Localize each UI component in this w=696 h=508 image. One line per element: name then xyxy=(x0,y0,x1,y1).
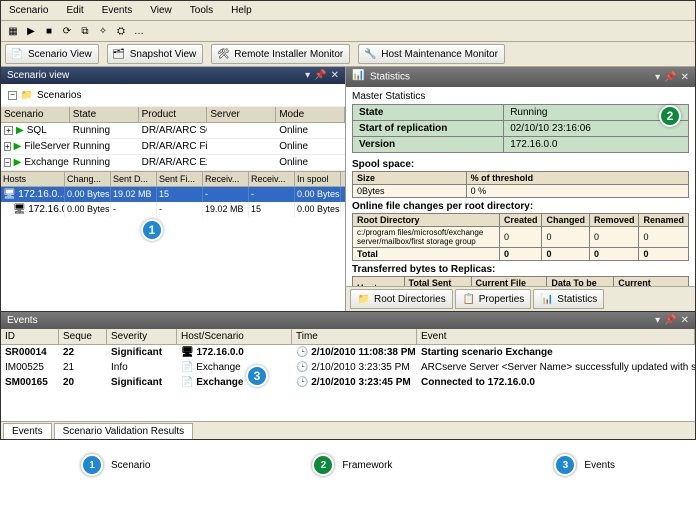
legend-label-framework: Framework xyxy=(342,460,392,471)
toolbar: ▦ ▶ ■ ⟳ ⧉ ✧ ⛭ … xyxy=(1,21,695,42)
toolbar-icon[interactable]: ⧉ xyxy=(77,23,93,39)
pane-close-icon[interactable]: ✕ xyxy=(331,70,339,81)
online-table: Root DirectoryCreatedChangedRemovedRenam… xyxy=(352,213,689,261)
play-icon: ▶ xyxy=(14,157,22,168)
master-stats-table: StateRunning Start of replication02/10/1… xyxy=(352,104,689,153)
tab-statistics[interactable]: 📊Statistics xyxy=(533,289,604,309)
pane-pin-icon[interactable]: 📌 xyxy=(314,70,326,81)
menu-tools[interactable]: Tools xyxy=(186,3,217,18)
toolbar-icon[interactable]: ✧ xyxy=(95,23,111,39)
scenario-row-sql[interactable]: +▶SQL RunningDR/AR/ARC SQLOnline xyxy=(1,123,345,139)
maintenance-icon: 🔧 xyxy=(363,47,377,61)
tab-validation-results[interactable]: Scenario Validation Results xyxy=(54,423,194,439)
event-row[interactable]: SM0016520Significant📄 Exchange🕒 2/10/201… xyxy=(1,375,695,390)
events-bottom-tabs: Events Scenario Validation Results xyxy=(1,421,695,439)
view-snapshot[interactable]: 🗂Snapshot View xyxy=(107,44,204,64)
host-icon: 🖥 xyxy=(181,347,194,358)
view-remote-installer[interactable]: 🛠Remote Installer Monitor xyxy=(211,44,350,64)
spool-section-label: Spool space: xyxy=(352,159,689,170)
toolbar-icon[interactable]: ⟳ xyxy=(59,23,75,39)
callout-badge-1: 1 xyxy=(141,219,163,241)
callout-badge-2: 2 xyxy=(659,105,681,127)
pane-menu-icon[interactable]: ▾ xyxy=(305,70,310,81)
menubar: Scenario Edit Events View Tools Help xyxy=(1,1,695,21)
host-icon: 🖥 xyxy=(13,204,26,215)
statistics-icon: 📊 xyxy=(352,70,366,84)
event-row[interactable]: SR0001422Significant🖥 172.16.0.0🕒 2/10/2… xyxy=(1,345,695,360)
statistics-pane: 📊Statistics ▾ 📌 ✕ Master Statistics StateR… xyxy=(346,67,695,311)
menu-events[interactable]: Events xyxy=(98,3,137,18)
xfer-section-label: Transferred bytes to Replicas: xyxy=(352,264,689,275)
tab-events[interactable]: Events xyxy=(3,423,52,439)
snapshot-icon: 🗂 xyxy=(112,47,126,61)
scenario-icon: 📄 xyxy=(10,47,24,61)
menu-edit[interactable]: Edit xyxy=(62,3,87,18)
legend: 1 Scenario 2 Framework 3 Events xyxy=(0,440,696,490)
pane-pin-icon[interactable]: 📌 xyxy=(664,315,676,326)
viewbar: 📄Scenario View 🗂Snapshot View 🛠Remote In… xyxy=(1,42,695,67)
toolbar-icon[interactable]: … xyxy=(131,23,147,39)
tree-expander[interactable]: − xyxy=(4,158,11,167)
host-row[interactable]: 🖥 172.16.0...0.00 Bytes--19.02 MB150.00 … xyxy=(1,202,345,217)
toolbar-icon[interactable]: ▶ xyxy=(23,23,39,39)
statistics-icon: 📊 xyxy=(540,292,554,306)
statistics-pane-title: 📊Statistics ▾📌✕ xyxy=(346,67,695,87)
legend-badge-2: 2 xyxy=(312,454,334,476)
clock-icon: 🕒 xyxy=(296,347,308,358)
menu-view[interactable]: View xyxy=(146,3,176,18)
clock-icon: 🕒 xyxy=(296,377,308,388)
scenario-icon: 📄 xyxy=(181,362,193,373)
events-pane: Events ▾ 📌 ✕ IDSequeSeverityHost/ScenarioT… xyxy=(1,311,695,439)
toolbar-icon[interactable]: ■ xyxy=(41,23,57,39)
legend-badge-1: 1 xyxy=(81,454,103,476)
pane-close-icon[interactable]: ✕ xyxy=(681,315,689,326)
view-scenario[interactable]: 📄Scenario View xyxy=(5,44,99,64)
pane-pin-icon[interactable]: 📌 xyxy=(664,72,676,83)
host-icon: 🖥 xyxy=(3,189,16,200)
legend-badge-3: 3 xyxy=(554,454,576,476)
scenarios-group-icon: 📁 xyxy=(20,88,34,102)
clock-icon: 🕒 xyxy=(296,362,308,373)
properties-icon: 📋 xyxy=(462,292,476,306)
play-icon: ▶ xyxy=(16,125,24,136)
spool-table: Size% of threshold 0Bytes0 % xyxy=(352,171,689,198)
host-grid-header: HostsChang...Sent D...Sent Fi...Receiv..… xyxy=(1,171,345,187)
events-grid-header: IDSequeSeverityHost/ScenarioTimeEvent xyxy=(1,329,695,345)
event-row[interactable]: IM0052521Info📄 Exchange🕒 2/10/2010 3:23:… xyxy=(1,360,695,375)
folder-icon: 📁 xyxy=(357,292,371,306)
scenarios-root: Scenarios xyxy=(37,90,81,101)
pane-close-icon[interactable]: ✕ xyxy=(681,72,689,83)
app-window: Scenario Edit Events View Tools Help ▦ ▶… xyxy=(0,0,696,440)
menu-scenario[interactable]: Scenario xyxy=(5,3,52,18)
host-row[interactable]: 🖥 172.16.0...0.00 Bytes19.02 MB15--0.00 … xyxy=(1,187,345,202)
master-stats-title: Master Statistics xyxy=(352,91,689,102)
tree-expander[interactable]: + xyxy=(4,142,11,151)
callout-badge-3: 3 xyxy=(246,365,268,387)
menu-help[interactable]: Help xyxy=(227,3,256,18)
monitor-icon: 🛠 xyxy=(216,47,230,61)
scenario-pane: Scenario view ▾📌✕ −📁Scenarios ScenarioSt… xyxy=(1,67,346,311)
legend-label-scenario: Scenario xyxy=(111,460,150,471)
scenario-grid-header: ScenarioStateProductServerMode xyxy=(1,107,345,123)
tab-root-directories[interactable]: 📁Root Directories xyxy=(350,289,453,309)
legend-label-events: Events xyxy=(584,460,615,471)
view-host-maintenance[interactable]: 🔧Host Maintenance Monitor xyxy=(358,44,505,64)
xfer-table: HostTotal Sent DataCurrent File NameData… xyxy=(352,276,689,286)
scenario-pane-title: Scenario view ▾📌✕ xyxy=(1,67,345,84)
tab-properties[interactable]: 📋Properties xyxy=(455,289,532,309)
pane-menu-icon[interactable]: ▾ xyxy=(655,315,660,326)
pane-menu-icon[interactable]: ▾ xyxy=(655,72,660,83)
scenario-icon: 📄 xyxy=(181,377,193,388)
toolbar-icon[interactable]: ⛭ xyxy=(113,23,129,39)
tree-expander[interactable]: + xyxy=(4,126,13,135)
stats-tabs: 📁Root Directories 📋Properties 📊Statistic… xyxy=(346,286,695,311)
tree-expander[interactable]: − xyxy=(8,91,17,100)
events-pane-title: Events ▾📌✕ xyxy=(1,312,695,329)
play-icon: ▶ xyxy=(14,141,22,152)
toolbar-icon[interactable]: ▦ xyxy=(5,23,21,39)
scenario-row-exchange[interactable]: −▶Exchange RunningDR/AR/ARC ExchangeOnli… xyxy=(1,155,345,171)
online-section-label: Online file changes per root directory: xyxy=(352,201,689,212)
scenario-row-fileserver[interactable]: +▶FileServer RunningDR/AR/ARC FileServer… xyxy=(1,139,345,155)
